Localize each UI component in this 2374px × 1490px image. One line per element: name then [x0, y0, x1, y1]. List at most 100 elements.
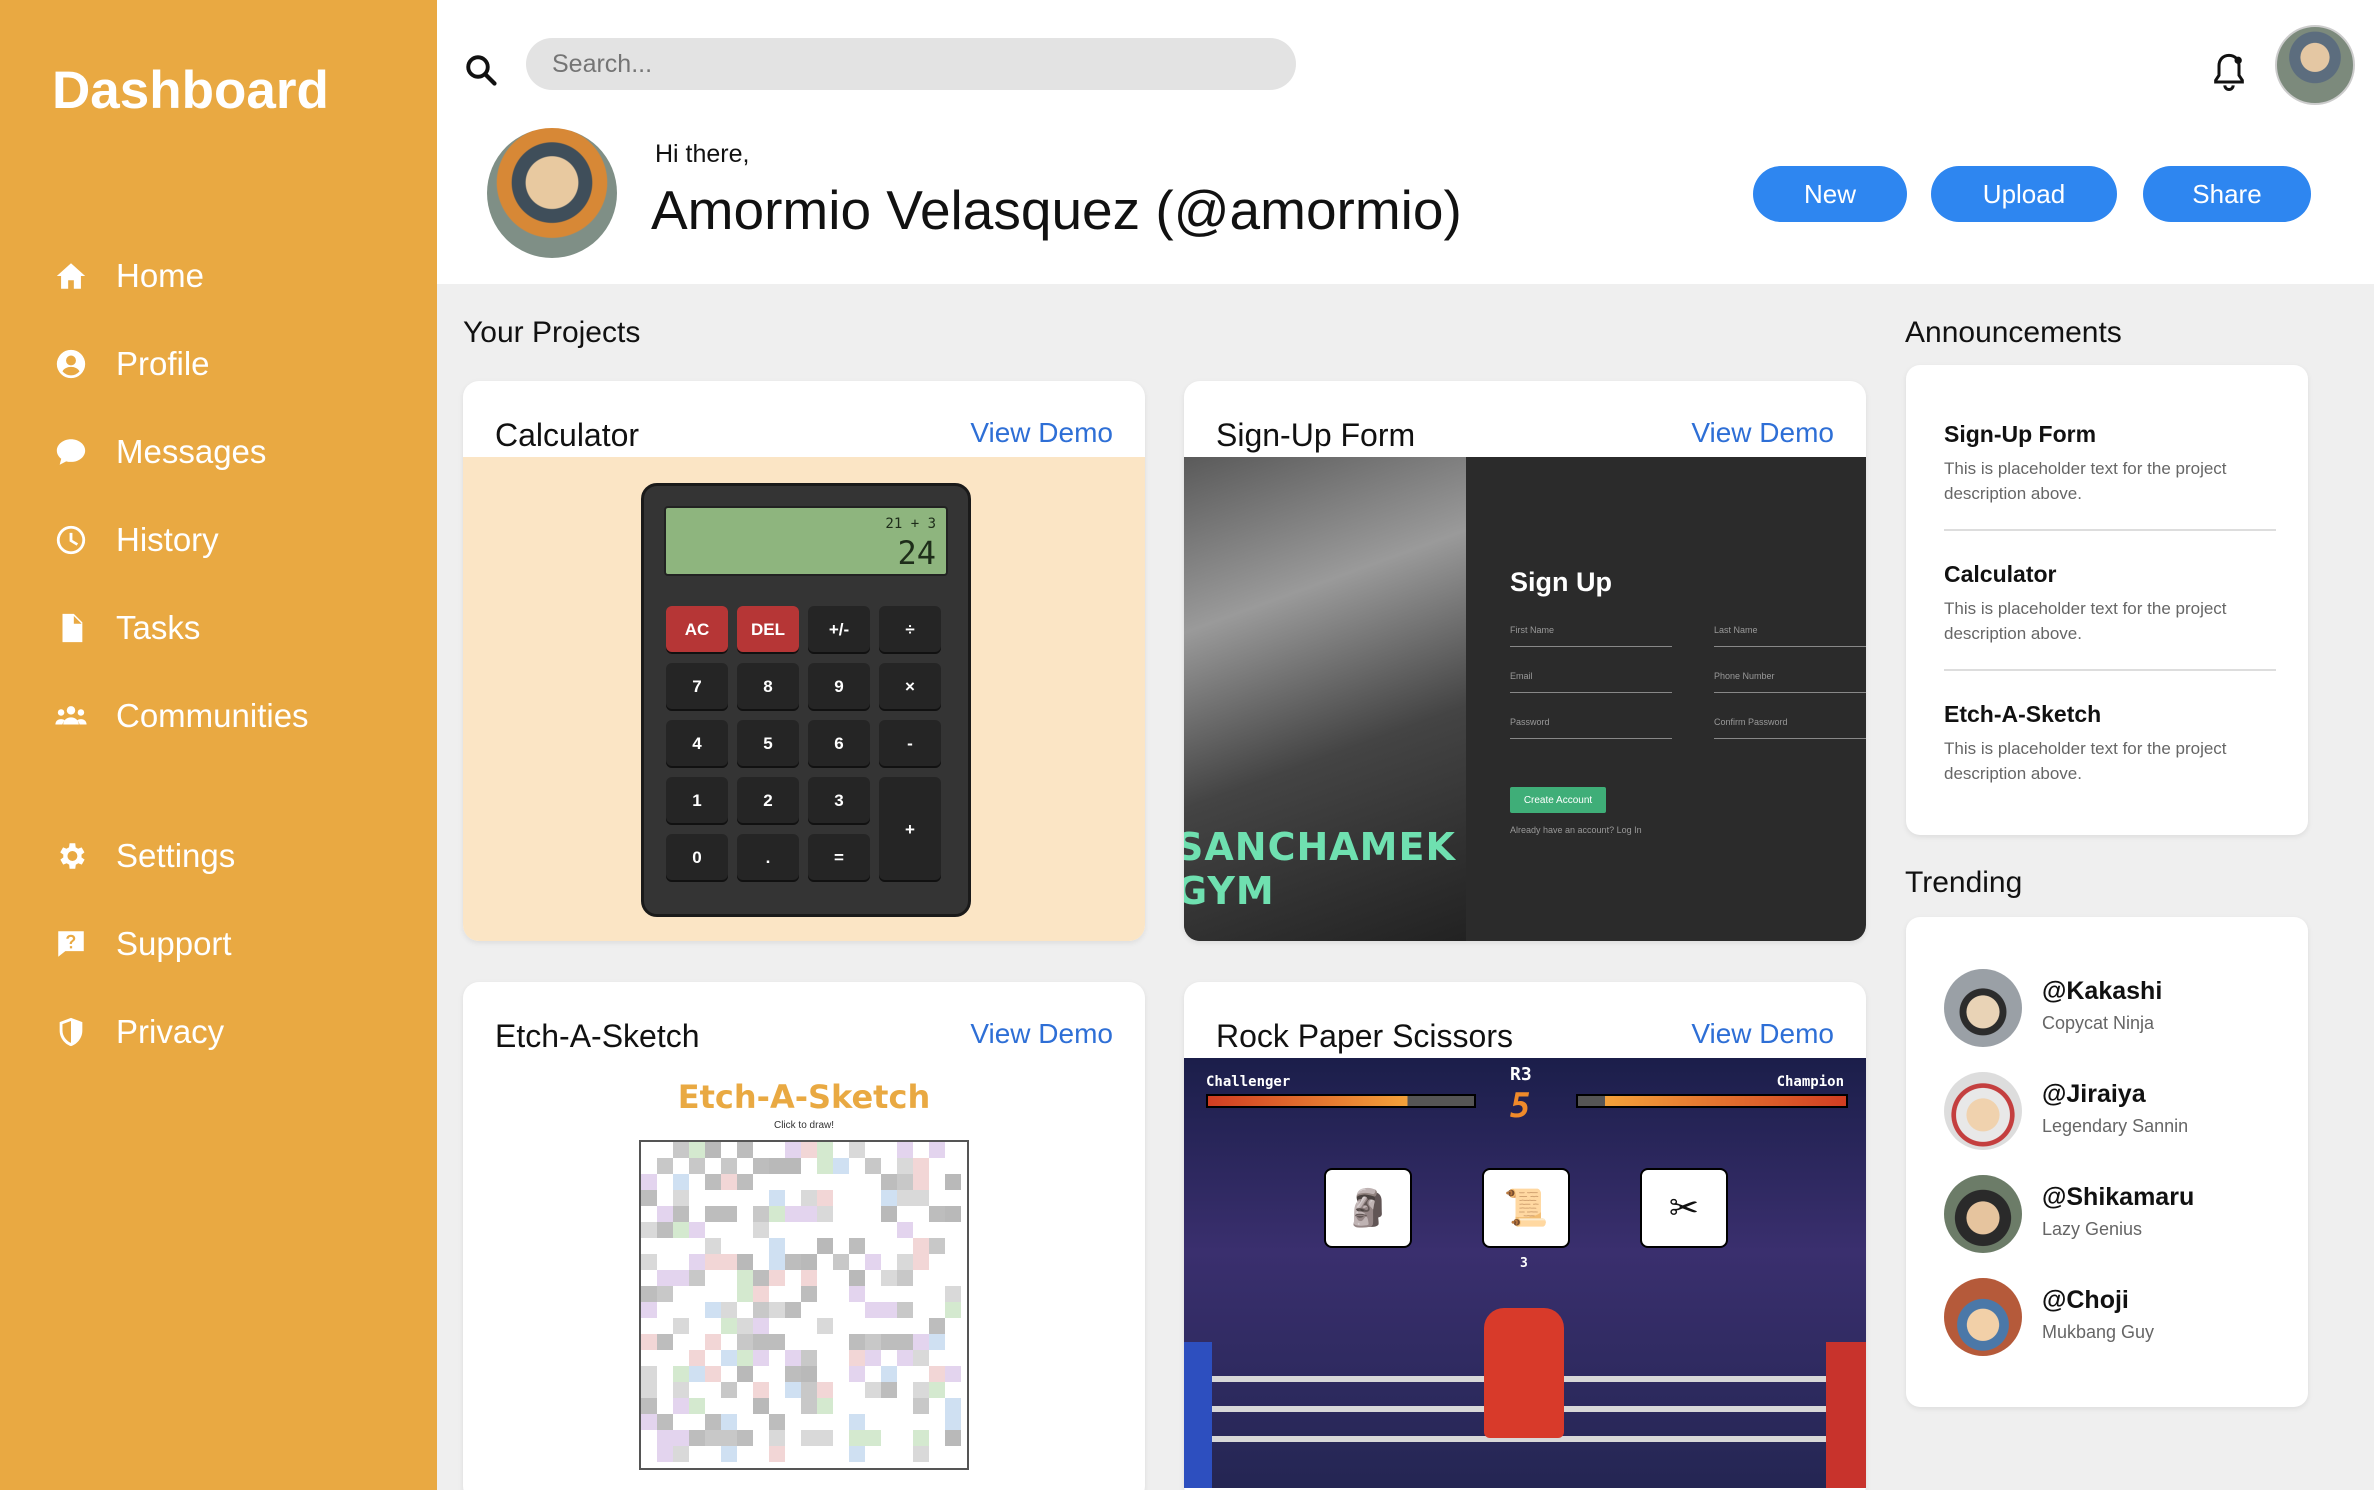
etch-pixel	[849, 1430, 865, 1446]
etch-pixel	[897, 1270, 913, 1286]
etch-pixel	[897, 1350, 913, 1366]
etch-pixel	[945, 1206, 961, 1222]
new-button[interactable]: New	[1753, 166, 1907, 222]
etch-pixel	[913, 1254, 929, 1270]
etch-pixel	[689, 1366, 705, 1382]
view-demo-link[interactable]: View Demo	[1691, 1018, 1834, 1050]
etch-pixel	[929, 1238, 945, 1254]
announcement-item[interactable]: Etch-A-Sketch This is placeholder text f…	[1944, 701, 2276, 786]
etch-pixel	[641, 1302, 657, 1318]
etch-pixel	[753, 1206, 769, 1222]
etch-pixel	[721, 1430, 737, 1446]
sidebar-item-support[interactable]: Support	[52, 914, 232, 974]
announcement-title: Etch-A-Sketch	[1944, 701, 2102, 727]
project-card-rps: Rock Paper Scissors View Demo Challenger…	[1184, 982, 1866, 1490]
challenger-label: Challenger	[1206, 1074, 1291, 1090]
etch-pixel	[865, 1350, 881, 1366]
search-input[interactable]	[526, 38, 1296, 90]
etch-pixel	[721, 1158, 737, 1174]
trending-title: Trending	[1905, 866, 2023, 899]
etch-pixel	[641, 1398, 657, 1414]
card-title: Rock Paper Scissors	[1216, 1018, 1513, 1054]
login-prompt: Already have an account? Log In	[1510, 825, 1642, 835]
etch-pixel	[657, 1446, 673, 1462]
etch-pixel	[945, 1398, 961, 1414]
champion-label: Champion	[1776, 1074, 1844, 1090]
score-text: 3	[1520, 1256, 1528, 1271]
sidebar-item-messages[interactable]: Messages	[52, 422, 266, 482]
trending-user[interactable]: @Jiraiya Legendary Sannin	[1944, 1072, 2284, 1150]
view-demo-link[interactable]: View Demo	[970, 417, 1113, 449]
projects-title: Your Projects	[463, 316, 641, 349]
calculator-screen: 21 + 3 24	[664, 506, 948, 576]
view-demo-link[interactable]: View Demo	[970, 1018, 1113, 1050]
etch-preview[interactable]: Etch-A-Sketch Click to draw!	[463, 1058, 1145, 1490]
upload-button[interactable]: Upload	[1931, 166, 2117, 222]
etch-pixel	[801, 1382, 817, 1398]
rps-preview[interactable]: Challenger Champion R3 5 🗿 📜 ✂ 3	[1184, 1058, 1866, 1488]
etch-pixel	[817, 1430, 833, 1446]
etch-pixel	[833, 1254, 849, 1270]
etch-pixel	[929, 1206, 945, 1222]
etch-pixel	[785, 1350, 801, 1366]
notification-bell-icon[interactable]	[2209, 50, 2249, 94]
trending-user[interactable]: @Shikamaru Lazy Genius	[1944, 1175, 2284, 1253]
search-icon[interactable]	[463, 52, 499, 88]
view-demo-link[interactable]: View Demo	[1691, 417, 1834, 449]
calc-result: 24	[897, 534, 936, 572]
calc-key: 7	[666, 663, 728, 711]
avatar[interactable]	[2275, 25, 2355, 105]
trending-handle: @Shikamaru	[2042, 1183, 2195, 1211]
etch-pixel	[897, 1302, 913, 1318]
sidebar-item-history[interactable]: History	[52, 510, 219, 570]
signup-preview[interactable]: SANCHAMEK GYM Sign Up First Name Last Na…	[1184, 457, 1866, 941]
etch-pixel	[737, 1254, 753, 1270]
fighter-sprite	[1484, 1308, 1564, 1438]
card-title: Sign-Up Form	[1216, 417, 1416, 453]
card-title: Calculator	[495, 417, 640, 453]
sidebar-item-settings[interactable]: Settings	[52, 826, 235, 886]
etch-pixel	[641, 1254, 657, 1270]
calculator-preview[interactable]: 21 + 3 24 AC DEL +/- ÷ 7 8 9 × 4 5 6 - 1…	[463, 457, 1145, 941]
ring-post-right	[1826, 1342, 1866, 1488]
etch-pixel	[817, 1190, 833, 1206]
trending-user[interactable]: @Choji Mukbang Guy	[1944, 1278, 2284, 1356]
etch-pixel	[785, 1206, 801, 1222]
document-icon	[52, 609, 90, 647]
etch-pixel	[881, 1206, 897, 1222]
etch-pixel	[913, 1350, 929, 1366]
etch-pixel	[785, 1366, 801, 1382]
etch-pixel	[769, 1238, 785, 1254]
etch-pixel	[705, 1430, 721, 1446]
trending-user[interactable]: @Kakashi Copycat Ninja	[1944, 969, 2284, 1047]
etch-pixel	[657, 1430, 673, 1446]
sidebar-item-home[interactable]: Home	[52, 246, 204, 306]
etch-pixel	[705, 1254, 721, 1270]
sidebar-item-privacy[interactable]: Privacy	[52, 1002, 224, 1062]
announcement-item[interactable]: Sign-Up Form This is placeholder text fo…	[1944, 421, 2276, 506]
etch-pixel	[705, 1414, 721, 1430]
trending-tag: Legendary Sannin	[2042, 1116, 2189, 1136]
etch-pixel	[913, 1190, 929, 1206]
greeting-text: Hi there,	[655, 140, 750, 168]
round-number: 5	[1510, 1086, 1531, 1126]
signup-heading: Sign Up	[1510, 567, 1612, 597]
sidebar-item-tasks[interactable]: Tasks	[52, 598, 200, 658]
etch-pixel	[721, 1318, 737, 1334]
share-button[interactable]: Share	[2143, 166, 2311, 222]
sidebar-item-communities[interactable]: Communities	[52, 686, 309, 746]
sidebar-item-profile[interactable]: Profile	[52, 334, 210, 394]
calc-key: 2	[737, 777, 799, 825]
trending-tag: Mukbang Guy	[2042, 1322, 2155, 1342]
etch-pixel	[737, 1270, 753, 1286]
etch-pixel	[641, 1382, 657, 1398]
etch-pixel	[865, 1158, 881, 1174]
etch-pixel	[817, 1398, 833, 1414]
etch-pixel	[737, 1286, 753, 1302]
etch-pixel	[817, 1142, 833, 1158]
divider	[1944, 529, 2276, 531]
etch-pixel	[913, 1238, 929, 1254]
etch-pixel	[705, 1366, 721, 1382]
announcement-item[interactable]: Calculator This is placeholder text for …	[1944, 561, 2276, 646]
etch-pixel	[705, 1174, 721, 1190]
